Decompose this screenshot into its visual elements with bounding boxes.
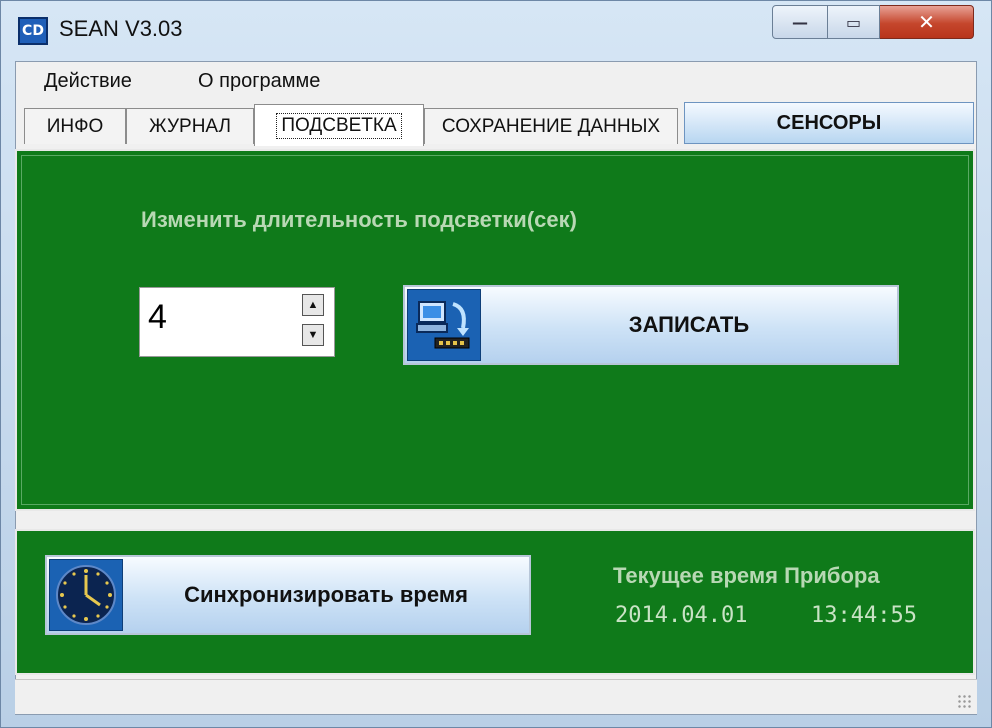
menu-action[interactable]: Действие (44, 70, 132, 93)
close-button[interactable]: ✕ (880, 5, 974, 39)
duration-label: Изменить длительность подсветки(сек) (141, 207, 577, 232)
maximize-icon: ▭ (845, 12, 862, 32)
tab-info-label: ИНФО (46, 115, 104, 137)
minimize-button[interactable]: — (772, 5, 828, 39)
backlight-panel: Изменить длительность подсветки(сек) 4 ▲… (15, 149, 975, 511)
app-icon: CD (18, 17, 48, 45)
minimize-icon: — (792, 12, 808, 32)
window-controls: — ▭ ✕ (772, 5, 974, 41)
device-date: 2014.04.01 (615, 603, 748, 628)
duration-spinbox[interactable]: 4 ▲ ▼ (139, 287, 335, 357)
time-panel: Синхронизировать время Текущее время При… (15, 529, 975, 675)
maximize-button[interactable]: ▭ (828, 5, 880, 39)
sync-time-button-label: Синхронизировать время (184, 582, 468, 607)
menu-about[interactable]: О программе (198, 70, 320, 93)
arrow-down-icon: ▼ (307, 329, 319, 341)
duration-value[interactable]: 4 (148, 298, 167, 337)
menu-bar: Действие О программе (16, 62, 976, 100)
close-icon: ✕ (918, 10, 935, 34)
write-button[interactable]: ЗАПИСАТЬ (403, 285, 899, 365)
write-button-label: ЗАПИСАТЬ (628, 312, 750, 337)
tab-info[interactable]: ИНФО (24, 108, 126, 144)
current-time-label: Текущее время Прибора (613, 563, 880, 588)
status-bar (15, 679, 977, 714)
tab-data-saving[interactable]: СОХРАНЕНИЕ ДАННЫХ (424, 108, 678, 144)
app-window: CD SEAN V3.03 — ▭ ✕ Действие О программе… (0, 0, 992, 728)
tab-backlight-label: ПОДСВЕТКА (276, 112, 402, 139)
window-title: SEAN V3.03 (59, 16, 183, 41)
spin-up-button[interactable]: ▲ (302, 294, 324, 316)
tab-sensors-label: СЕНСОРЫ (776, 111, 882, 134)
tab-backlight[interactable]: ПОДСВЕТКА (254, 104, 424, 146)
tab-data-saving-label: СОХРАНЕНИЕ ДАННЫХ (441, 115, 661, 137)
tab-log[interactable]: ЖУРНАЛ (126, 108, 254, 144)
device-time: 13:44:55 (811, 603, 917, 628)
spin-down-button[interactable]: ▼ (302, 324, 324, 346)
arrow-up-icon: ▲ (307, 299, 319, 311)
tab-log-label: ЖУРНАЛ (149, 115, 231, 137)
clock-icon (49, 559, 123, 631)
title-bar[interactable]: CD SEAN V3.03 — ▭ ✕ (1, 1, 991, 59)
computer-transfer-icon (407, 289, 481, 361)
sync-time-button[interactable]: Синхронизировать время (45, 555, 531, 635)
tab-sensors[interactable]: СЕНСОРЫ (684, 102, 974, 144)
resize-grip-icon[interactable] (957, 694, 971, 708)
